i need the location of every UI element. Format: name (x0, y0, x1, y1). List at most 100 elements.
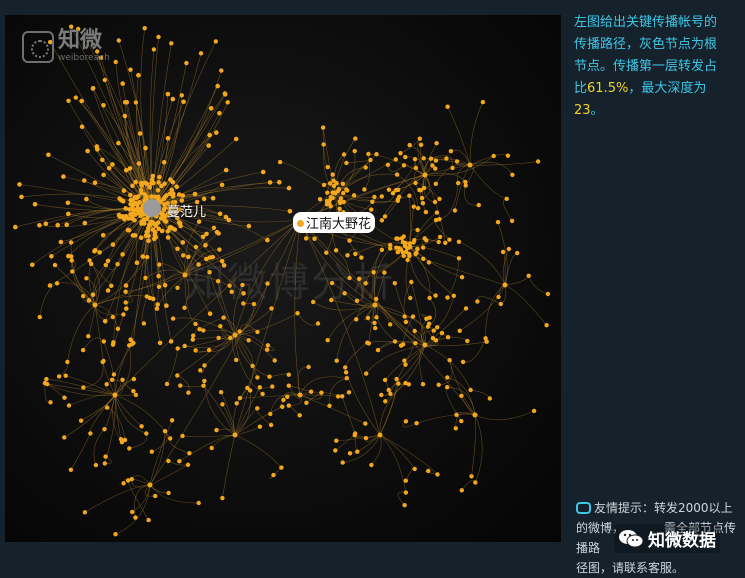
node[interactable] (362, 187, 366, 191)
node[interactable] (408, 241, 412, 245)
node[interactable] (143, 146, 148, 151)
node[interactable] (336, 394, 340, 398)
node[interactable] (388, 246, 392, 250)
node[interactable] (143, 199, 161, 217)
node[interactable] (97, 250, 102, 255)
node[interactable] (147, 185, 152, 190)
node[interactable] (111, 242, 116, 247)
node[interactable] (321, 142, 325, 146)
node[interactable] (110, 378, 114, 382)
node[interactable] (415, 228, 419, 232)
node[interactable] (376, 348, 380, 352)
node[interactable] (464, 183, 468, 187)
node[interactable] (165, 382, 169, 386)
node[interactable] (468, 388, 472, 392)
node[interactable] (353, 136, 357, 140)
node[interactable] (184, 61, 188, 65)
node[interactable] (183, 273, 188, 278)
node[interactable] (435, 325, 439, 329)
node[interactable] (61, 174, 66, 179)
node[interactable] (407, 194, 411, 198)
node[interactable] (366, 316, 370, 320)
node[interactable] (345, 376, 349, 380)
node[interactable] (339, 196, 343, 200)
node[interactable] (402, 254, 406, 258)
node[interactable] (416, 206, 420, 210)
node[interactable] (150, 220, 155, 225)
node[interactable] (217, 111, 222, 116)
node[interactable] (120, 252, 125, 257)
node[interactable] (120, 378, 124, 382)
node[interactable] (177, 192, 182, 197)
node[interactable] (193, 348, 197, 352)
node[interactable] (395, 172, 399, 176)
node[interactable] (397, 195, 401, 199)
node[interactable] (445, 295, 449, 299)
node[interactable] (103, 78, 107, 82)
node[interactable] (170, 188, 175, 193)
node[interactable] (421, 382, 425, 386)
node[interactable] (59, 240, 64, 245)
node[interactable] (130, 342, 134, 346)
node[interactable] (427, 322, 431, 326)
node[interactable] (252, 302, 256, 306)
node[interactable] (116, 141, 121, 146)
node[interactable] (221, 315, 225, 319)
node[interactable] (168, 436, 172, 440)
node[interactable] (145, 294, 149, 298)
node[interactable] (177, 220, 182, 225)
node[interactable] (151, 227, 156, 232)
node[interactable] (427, 296, 431, 300)
node[interactable] (207, 348, 211, 352)
node[interactable] (340, 394, 344, 398)
node[interactable] (341, 182, 345, 186)
node[interactable] (532, 409, 536, 413)
node[interactable] (426, 469, 430, 473)
node[interactable] (371, 270, 375, 274)
node[interactable] (435, 210, 439, 214)
node[interactable] (423, 343, 428, 348)
node[interactable] (94, 463, 98, 467)
node[interactable] (372, 321, 376, 325)
node[interactable] (444, 156, 448, 160)
node[interactable] (473, 480, 477, 484)
node[interactable] (207, 270, 211, 274)
node[interactable] (364, 436, 368, 440)
node[interactable] (138, 131, 143, 136)
node[interactable] (62, 435, 66, 439)
node[interactable] (372, 195, 376, 199)
node[interactable] (277, 180, 282, 185)
node[interactable] (171, 97, 176, 102)
node[interactable] (324, 251, 328, 255)
node[interactable] (447, 358, 451, 362)
node[interactable] (105, 405, 109, 409)
node[interactable] (247, 224, 252, 229)
node[interactable] (269, 306, 273, 310)
node[interactable] (319, 391, 323, 395)
node[interactable] (145, 255, 149, 259)
node[interactable] (163, 429, 167, 433)
node[interactable] (445, 385, 449, 389)
node[interactable] (66, 201, 71, 206)
node[interactable] (46, 153, 51, 158)
node[interactable] (88, 431, 92, 435)
node[interactable] (455, 159, 459, 163)
key-node-label[interactable]: 江南大野花 (293, 212, 375, 233)
node[interactable] (101, 233, 106, 238)
node[interactable] (437, 197, 441, 201)
node[interactable] (166, 235, 171, 240)
node[interactable] (515, 251, 519, 255)
node[interactable] (341, 460, 345, 464)
node[interactable] (402, 314, 406, 318)
node[interactable] (342, 152, 346, 156)
node[interactable] (44, 377, 48, 381)
node[interactable] (388, 322, 392, 326)
node[interactable] (258, 425, 262, 429)
node[interactable] (309, 390, 313, 394)
node[interactable] (477, 203, 481, 207)
node[interactable] (434, 158, 438, 162)
node[interactable] (121, 312, 125, 316)
node[interactable] (460, 488, 464, 492)
node[interactable] (182, 306, 186, 310)
node[interactable] (483, 336, 487, 340)
